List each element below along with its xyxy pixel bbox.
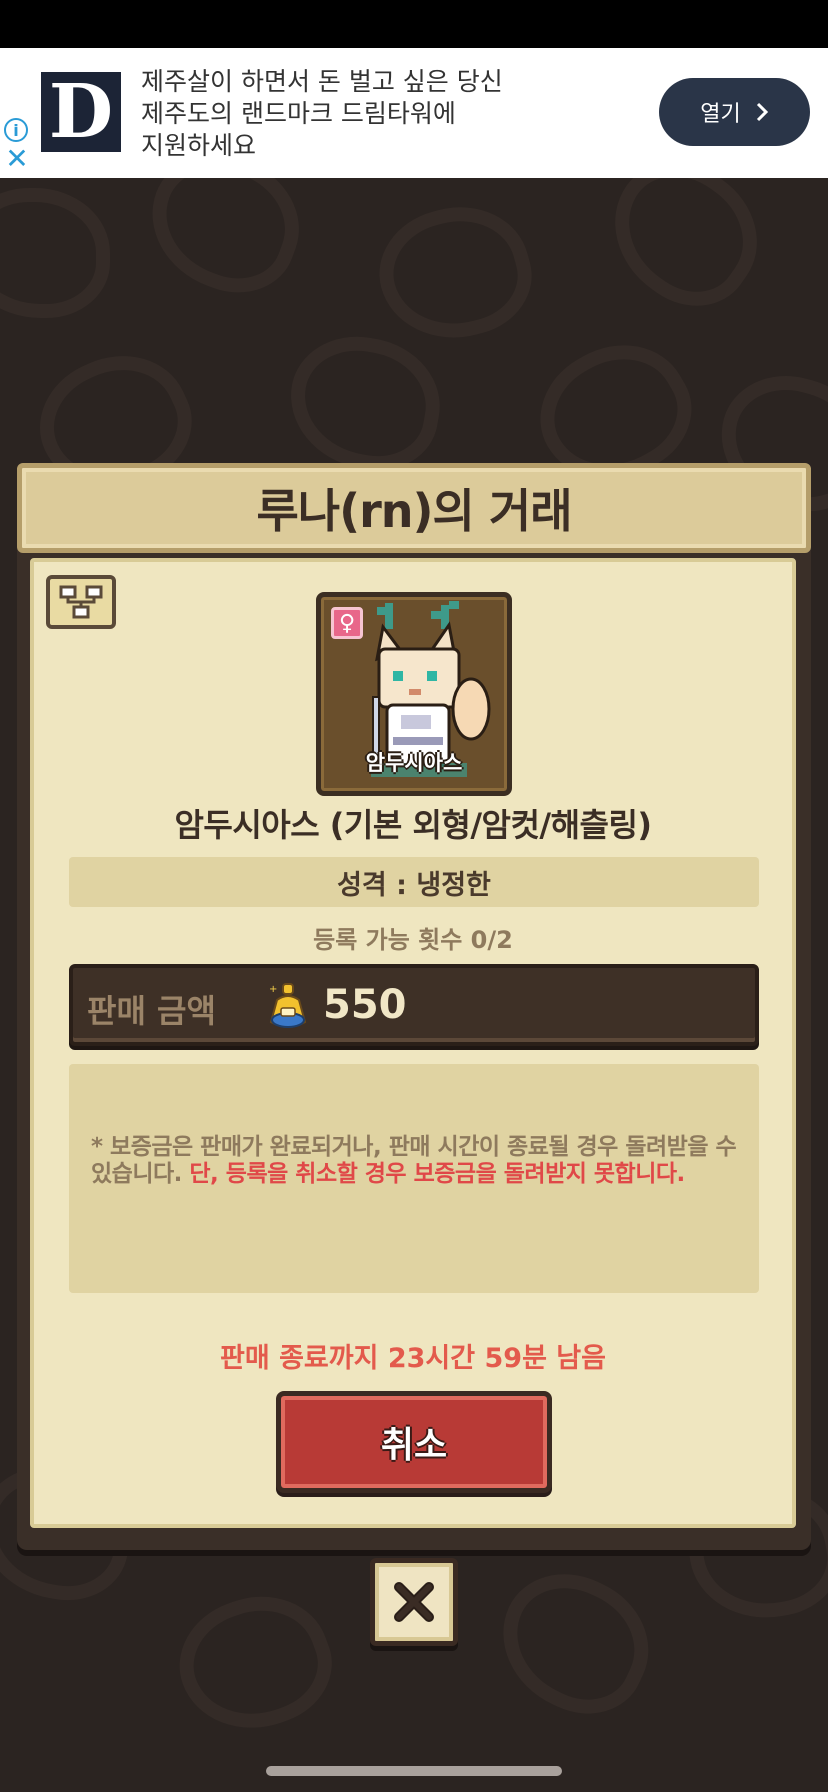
ad-info-icon[interactable]: i <box>4 118 28 142</box>
price-box: 판매 금액 + 550 <box>69 964 759 1046</box>
status-bar <box>0 0 828 48</box>
registration-count: 등록 가능 횟수 0/2 <box>313 926 513 954</box>
personality-label: 성격 : 냉정한 <box>337 869 491 901</box>
personality-badge: 성격 : 냉정한 <box>69 857 759 907</box>
cancel-button[interactable]: 취소 <box>276 1391 552 1493</box>
pet-name: 암두시아스 (기본 외형/암컷/해츨링) <box>174 806 652 844</box>
price-label: 판매 금액 <box>87 992 216 1030</box>
ad-open-label: 열기 <box>700 102 741 127</box>
home-indicator[interactable] <box>266 1766 562 1776</box>
gold-pouch-icon: + <box>269 983 307 1028</box>
sale-time-remaining: 판매 종료까지 23시간 59분 남음 <box>220 1343 606 1374</box>
cancel-label: 취소 <box>380 1425 448 1466</box>
ad-text[interactable]: 제주살이 하면서 돈 벌고 싶은 당신 제주도의 랜드마크 드림타워에 지원하세… <box>141 66 561 162</box>
female-icon: ♀ <box>331 607 363 639</box>
chevron-right-icon <box>756 102 768 122</box>
portrait-label: 암두시아스 <box>365 751 463 775</box>
ad-logo[interactable]: D <box>41 69 121 155</box>
family-tree-button[interactable] <box>46 575 116 629</box>
price-value: 550 <box>323 982 407 1028</box>
ad-text-line3: 지원하세요 <box>141 131 257 160</box>
close-x-icon <box>394 1582 434 1622</box>
close-button[interactable] <box>370 1558 458 1646</box>
ad-text-line1: 제주살이 하면서 돈 벌고 싶은 당신 <box>141 67 503 96</box>
ad-close-icon[interactable]: ✕ <box>4 145 30 173</box>
pet-portrait[interactable]: ♀ 암두시아스 <box>316 592 512 796</box>
notice-box: * 보증금은 판매가 완료되거나, 판매 시간이 종료될 경우 돌려받을 수 있… <box>69 1064 759 1293</box>
ad-text-line2: 제주도의 랜드마크 드림타워에 <box>141 99 456 128</box>
ad-open-button[interactable]: 열기 <box>659 78 810 146</box>
title-banner: 루나(rn)의 거래 <box>17 463 811 553</box>
panel-title: 루나(rn)의 거래 <box>256 484 572 538</box>
family-tree-icon <box>59 585 103 619</box>
svg-text:+: + <box>269 984 277 995</box>
deposit-notice: * 보증금은 판매가 완료되거나, 판매 시간이 종료될 경우 돌려받을 수 있… <box>91 1134 741 1188</box>
deposit-notice-warning: 단, 등록을 취소할 경우 보증금을 돌려받지 못합니다. <box>189 1161 685 1187</box>
